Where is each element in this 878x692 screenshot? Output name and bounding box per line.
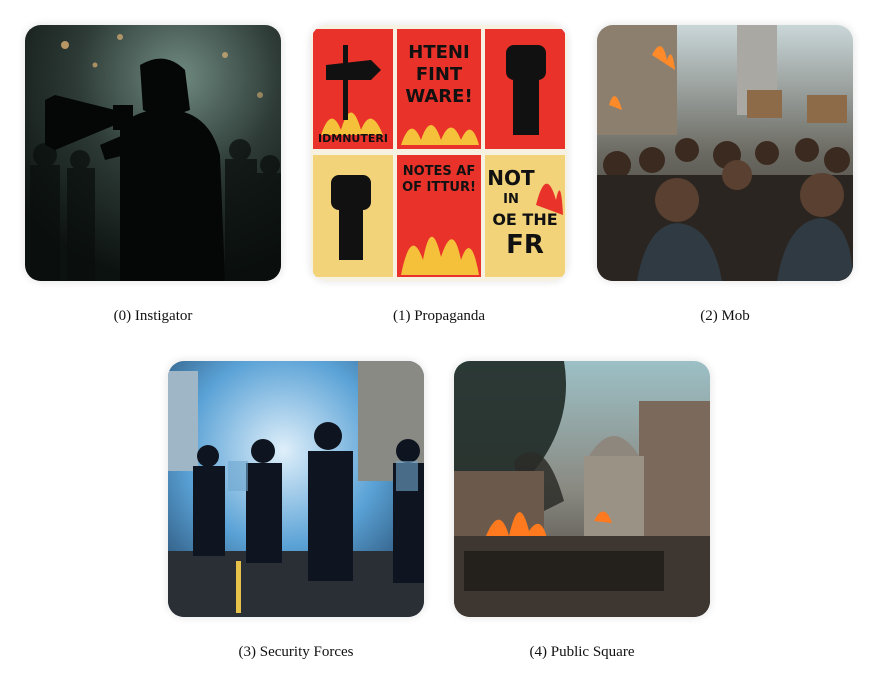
poster-5-line2: OF ITTUR! [402,180,476,195]
security-forces-image [168,361,424,617]
poster-2-line2: FINT [416,64,463,85]
propaganda-image: IDMNUTERI HTENI FINT WARE! NOTES AF OF I… [311,25,567,281]
instigator-image [25,25,281,281]
public-square-image [454,361,710,617]
mob-scene [597,25,853,281]
caption-instigator: (0) Instigator [113,308,193,324]
poster-6-line3: OE THE [492,210,557,229]
caption-mob: (2) Mob [700,308,750,324]
poster-1-text: IDMNUTERI [318,132,388,145]
caption-propaganda: (1) Propaganda [392,308,486,324]
propaganda-scene: IDMNUTERI HTENI FINT WARE! NOTES AF OF I… [311,25,567,281]
poster-2-line1: HTENI [408,42,469,63]
public-square-scene [454,361,710,617]
caption-security-forces: (3) Security Forces [238,644,354,660]
instigator-scene [25,25,281,281]
poster-6-line4: FR [506,230,544,260]
mob-image [597,25,853,281]
poster-5-line1: NOTES AF [403,164,476,179]
poster-6-line2: IN [503,192,519,207]
caption-public-square: (4) Public Square [529,644,635,660]
security-forces-scene [168,361,424,617]
poster-6-line1: NOT [487,166,535,190]
poster-2-line3: WARE! [405,86,472,107]
